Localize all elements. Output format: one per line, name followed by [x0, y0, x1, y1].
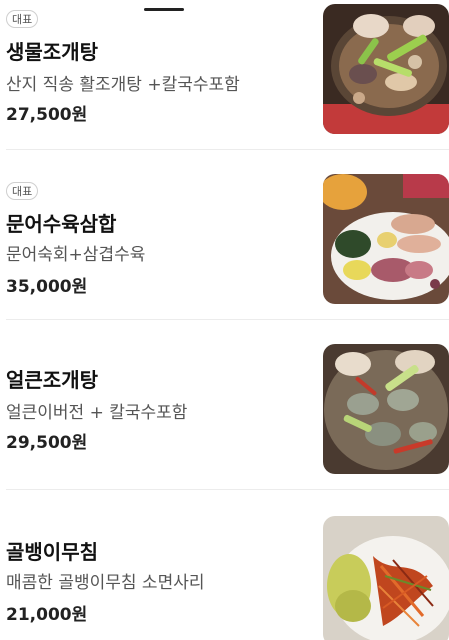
menu-item-photo[interactable]: [323, 4, 449, 134]
menu-item-name: 얼큰조개탕: [6, 368, 98, 392]
menu-item-price: 29,500원: [6, 433, 88, 453]
divider: [6, 319, 449, 320]
signature-badge: 대표: [6, 182, 39, 200]
divider: [6, 149, 449, 150]
whelk-salad-image: [323, 516, 449, 640]
menu-item-name: 문어수육삼합: [6, 212, 117, 236]
menu-item[interactable]: 얼큰조개탕 얼큰이버전 + 칼국수포함 29,500원: [0, 340, 449, 490]
menu-page: 대표 생물조개탕 산지 직송 활조개탕 +칼국수포함 27,500원 대표 문어…: [0, 0, 449, 640]
menu-item-description: 매콤한 골뱅이무침 소면사리: [6, 573, 205, 593]
menu-item[interactable]: 대표 문어수육삼합 문어숙회+삼겹수육 35,000원: [0, 170, 449, 320]
menu-item-description: 얼큰이버전 + 칼국수포함: [6, 403, 188, 423]
menu-item-name: 생물조개탕: [6, 40, 98, 64]
spicy-clam-stew-image: [323, 344, 449, 474]
menu-item-description: 문어숙회+삼겹수육: [6, 245, 146, 265]
signature-badge: 대표: [6, 10, 39, 28]
menu-item-photo[interactable]: [323, 344, 449, 474]
menu-item-photo[interactable]: [323, 516, 449, 640]
menu-item[interactable]: 골뱅이무침 매콤한 골뱅이무침 소면사리 21,000원: [0, 510, 449, 640]
menu-item-description: 산지 직송 활조개탕 +칼국수포함: [6, 75, 240, 95]
menu-item-price: 27,500원: [6, 105, 88, 125]
menu-item-price: 35,000원: [6, 277, 88, 297]
menu-item-price: 21,000원: [6, 605, 88, 625]
divider: [6, 489, 449, 490]
menu-item[interactable]: 대표 생물조개탕 산지 직송 활조개탕 +칼국수포함 27,500원: [0, 0, 449, 150]
menu-item-name: 골뱅이무침: [6, 540, 98, 564]
clam-stew-image: [323, 4, 449, 134]
octopus-platter-image: [323, 174, 449, 304]
menu-item-photo[interactable]: [323, 174, 449, 304]
